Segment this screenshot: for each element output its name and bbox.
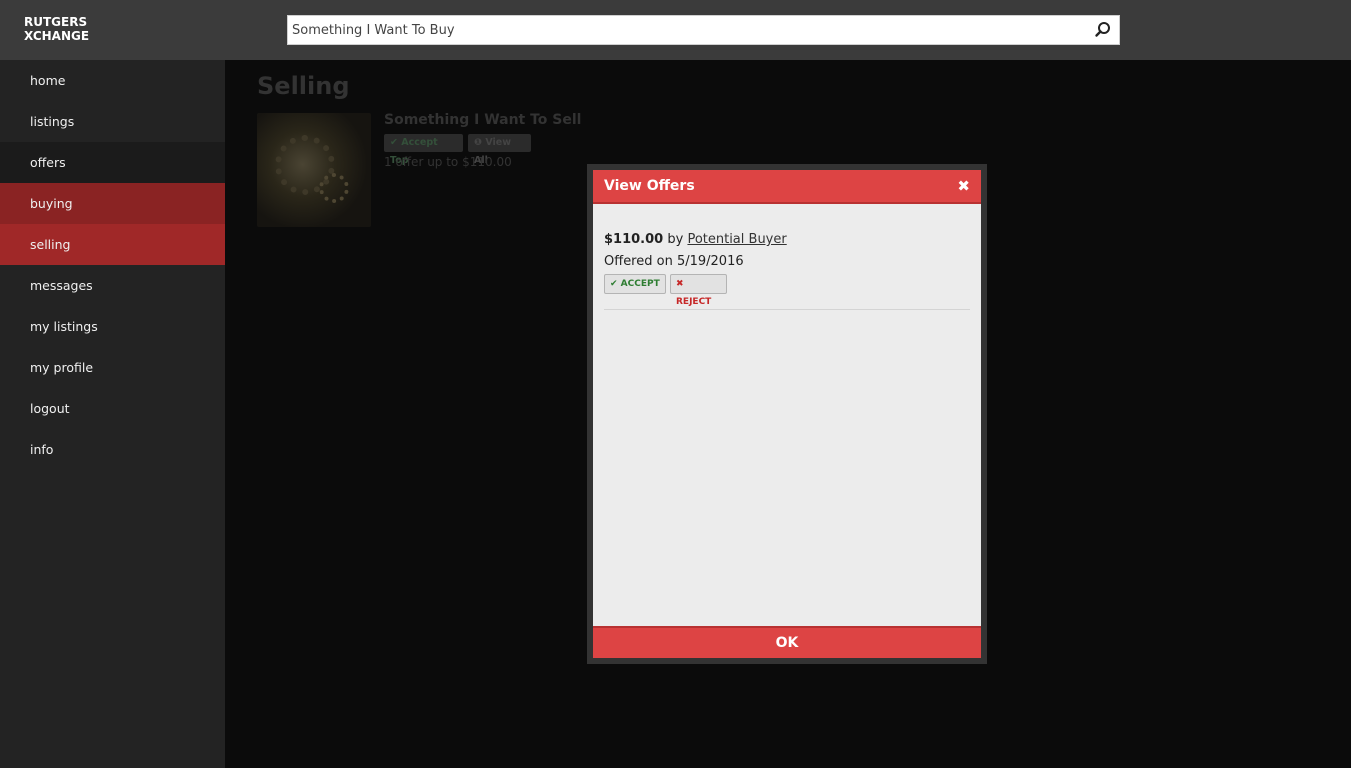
offer-summary: 1 offer up to $110.00 bbox=[384, 155, 512, 169]
sidebar-item-selling[interactable]: selling bbox=[0, 224, 225, 265]
view-all-button[interactable]: ❶ View All bbox=[468, 134, 531, 166]
sidebar-item-home[interactable]: home bbox=[0, 60, 225, 101]
sidebar-item-messages[interactable]: messages bbox=[0, 265, 225, 306]
search-bar bbox=[287, 15, 1120, 45]
reject-offer-button[interactable]: ✖ REJECT bbox=[670, 274, 727, 307]
view-offers-modal: View Offers ✖ $110.00 by Potential Buyer… bbox=[587, 164, 987, 664]
top-header: RUTGERS XCHANGE bbox=[0, 0, 1351, 60]
sidebar-item-my-listings[interactable]: my listings bbox=[0, 306, 225, 347]
modal-header: View Offers ✖ bbox=[593, 170, 981, 204]
offer-date: Offered on 5/19/2016 bbox=[604, 254, 744, 269]
ok-button[interactable]: OK bbox=[593, 626, 981, 658]
modal-title: View Offers bbox=[604, 178, 695, 194]
listing-thumbnail[interactable] bbox=[257, 113, 371, 227]
gear-shape-small bbox=[319, 173, 349, 203]
close-icon[interactable]: ✖ bbox=[957, 178, 970, 194]
modal-body: View Offers ✖ $110.00 by Potential Buyer… bbox=[593, 170, 981, 658]
listing-title[interactable]: Something I Want To Sell bbox=[384, 112, 581, 128]
sidebar-item-logout[interactable]: logout bbox=[0, 388, 225, 429]
sidebar-item-info[interactable]: info bbox=[0, 429, 225, 470]
offer-amount: $110.00 bbox=[604, 232, 664, 247]
divider bbox=[604, 309, 970, 310]
sidebar-item-my-profile[interactable]: my profile bbox=[0, 347, 225, 388]
accept-top-button[interactable]: ✔ Accept Top bbox=[384, 134, 463, 166]
sidebar-nav: home listings offers buying selling mess… bbox=[0, 60, 225, 768]
accept-offer-button[interactable]: ✔ ACCEPT bbox=[604, 274, 666, 294]
buyer-link[interactable]: Potential Buyer bbox=[687, 232, 786, 247]
offer-by-text: by bbox=[663, 232, 688, 247]
search-icon[interactable] bbox=[1093, 20, 1113, 40]
sidebar-item-buying[interactable]: buying bbox=[0, 183, 225, 224]
logo-line-1: RUTGERS bbox=[24, 15, 88, 29]
search-input[interactable] bbox=[288, 16, 1078, 44]
sidebar-item-listings[interactable]: listings bbox=[0, 101, 225, 142]
offer-amount-line: $110.00 by Potential Buyer bbox=[604, 232, 787, 247]
logo-line-2: XCHANGE bbox=[24, 29, 90, 43]
sidebar-item-offers[interactable]: offers bbox=[0, 142, 225, 183]
app-logo[interactable]: RUTGERS XCHANGE bbox=[24, 15, 89, 43]
page-title: Selling bbox=[257, 72, 350, 100]
